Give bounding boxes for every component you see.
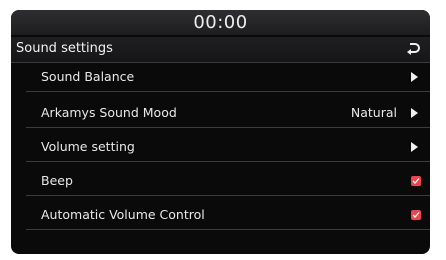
menu-item-arkamys-sound-mood[interactable]: Arkamys Sound Mood Natural xyxy=(26,99,430,128)
automatic-volume-control-checkbox[interactable] xyxy=(411,210,421,220)
menu-item-label: Automatic Volume Control xyxy=(41,207,205,222)
head-unit-screen: 00:00 Sound settings Sound Balance Arkam… xyxy=(11,10,430,254)
menu-item-label: Volume setting xyxy=(41,139,135,154)
menu-item-value: Natural xyxy=(350,105,397,120)
chevron-right-icon xyxy=(411,72,418,82)
menu-item-label: Sound Balance xyxy=(41,69,135,84)
chevron-right-icon xyxy=(411,108,418,118)
beep-checkbox[interactable] xyxy=(411,176,421,186)
menu-item-label: Beep xyxy=(41,173,73,188)
clock: 00:00 xyxy=(193,12,248,33)
menu-item-beep[interactable]: Beep xyxy=(26,167,430,196)
checkmark-icon xyxy=(412,178,420,184)
settings-header: Sound settings xyxy=(11,37,430,63)
menu-item-sound-balance[interactable]: Sound Balance xyxy=(26,63,430,92)
checkmark-icon xyxy=(412,212,420,218)
menu-item-automatic-volume-control[interactable]: Automatic Volume Control xyxy=(26,201,430,230)
menu-item-label: Arkamys Sound Mood xyxy=(41,105,177,120)
status-bar: 00:00 xyxy=(11,10,430,35)
chevron-right-icon xyxy=(411,142,418,152)
back-return-icon xyxy=(407,43,420,55)
page-title: Sound settings xyxy=(16,41,113,56)
menu-item-volume-setting[interactable]: Volume setting xyxy=(26,133,430,162)
back-button[interactable] xyxy=(403,39,423,59)
